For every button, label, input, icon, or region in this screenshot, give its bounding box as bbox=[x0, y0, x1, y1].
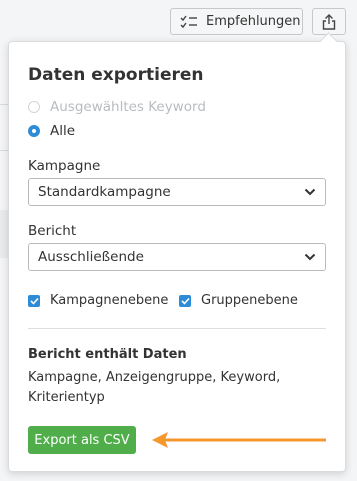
chevron-down-icon bbox=[304, 188, 316, 196]
popover-title: Daten exportieren bbox=[28, 65, 204, 85]
report-select-value: Ausschließende bbox=[38, 249, 144, 265]
report-select[interactable]: Ausschließende bbox=[28, 243, 326, 271]
checkbox-campaign-level[interactable]: Kampagnenebene bbox=[28, 293, 168, 308]
report-info-title: Bericht enthält Daten bbox=[28, 347, 187, 362]
checkbox[interactable] bbox=[179, 294, 191, 307]
checkmark-icon bbox=[29, 297, 39, 305]
checklist-icon bbox=[180, 15, 197, 28]
chevron-down-icon bbox=[304, 253, 316, 261]
checkbox-label: Gruppenebene bbox=[201, 293, 298, 308]
export-csv-button[interactable]: Export als CSV bbox=[28, 426, 136, 454]
campaign-select-value: Standardkampagne bbox=[38, 184, 171, 200]
report-label: Bericht bbox=[28, 223, 77, 239]
divider bbox=[28, 328, 326, 329]
radio-selected-keyword[interactable]: Ausgewähltes Keyword bbox=[28, 99, 206, 115]
export-data-popover: Daten exportieren Ausgewähltes Keyword A… bbox=[8, 32, 346, 472]
report-info-body: Kampagne, Anzeigengruppe, Keyword, Krite… bbox=[28, 370, 281, 405]
share-export-icon bbox=[322, 13, 336, 30]
campaign-select[interactable]: Standardkampagne bbox=[28, 178, 326, 206]
campaign-label: Kampagne bbox=[28, 158, 101, 174]
radio-button[interactable] bbox=[28, 101, 40, 113]
radio-all[interactable]: Alle bbox=[28, 123, 75, 139]
background-divider bbox=[0, 104, 8, 105]
screen: Empfehlungen Daten exportieren Ausgewähl… bbox=[0, 0, 357, 481]
export-toolbar-button[interactable] bbox=[312, 8, 346, 35]
recommendations-button[interactable]: Empfehlungen bbox=[170, 8, 303, 35]
annotation-arrow-icon bbox=[152, 432, 326, 448]
popover-arrow bbox=[319, 32, 338, 51]
background-panel bbox=[0, 210, 8, 258]
checkbox-label: Kampagnenebene bbox=[50, 293, 169, 308]
radio-label: Ausgewähltes Keyword bbox=[50, 99, 206, 115]
radio-button[interactable] bbox=[28, 125, 40, 137]
checkbox-group-level[interactable]: Gruppenebene bbox=[179, 293, 298, 308]
recommendations-label: Empfehlungen bbox=[206, 14, 301, 29]
radio-label: Alle bbox=[50, 123, 76, 139]
background-divider bbox=[0, 150, 8, 151]
checkbox[interactable] bbox=[28, 294, 40, 307]
checkmark-icon bbox=[180, 297, 190, 305]
